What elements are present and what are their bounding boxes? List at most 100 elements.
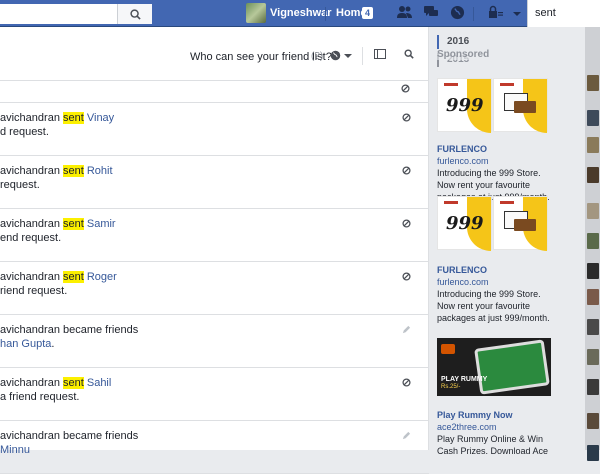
activity-log-panel: Who can see your friend list? (?) avicha…: [0, 27, 429, 474]
search-highlight: sent: [63, 218, 84, 230]
person-link[interactable]: Minnu: [0, 444, 30, 456]
hidden-from-timeline-button[interactable]: [400, 113, 412, 125]
privacy-lock-icon[interactable]: [487, 5, 505, 23]
profile-name-link[interactable]: Vigneshwar: [270, 7, 332, 19]
product-image: [514, 219, 536, 231]
divider: [362, 47, 363, 65]
hidden-from-timeline-button[interactable]: [400, 166, 412, 178]
ad-description: Introducing the 999 Store. Now rent your…: [437, 289, 550, 323]
contact-thumbnail[interactable]: [587, 167, 599, 183]
ad-title-link[interactable]: Play Rummy Now: [437, 409, 557, 421]
contact-thumbnail[interactable]: [587, 137, 599, 153]
notifications-globe-icon[interactable]: [448, 5, 466, 23]
activity-text-line-2: han Gupta.: [0, 338, 54, 350]
filter-button[interactable]: [374, 49, 386, 62]
home-count-badge: 4: [362, 7, 374, 19]
audience-selector[interactable]: [330, 50, 353, 63]
person-link[interactable]: Vinay: [87, 112, 114, 124]
facebook-search-box[interactable]: [0, 4, 152, 24]
brand-logo: [500, 201, 514, 204]
contact-thumbnail[interactable]: [587, 413, 599, 429]
person-link[interactable]: Roger: [87, 271, 117, 283]
pencil-icon: [402, 431, 410, 440]
contact-thumbnail[interactable]: [587, 233, 599, 249]
activity-text-line-1: avichandran became friends: [0, 324, 138, 336]
activity-actor-text: avichandran became friends: [0, 324, 139, 336]
ad-title-link[interactable]: FURLENCO: [437, 143, 557, 155]
activity-row: avichandran became friends Minnu: [0, 421, 429, 474]
friend-requests-icon[interactable]: [396, 5, 414, 23]
block-icon: [401, 84, 410, 93]
search-highlight: sent: [63, 377, 84, 389]
brand-logo: [500, 83, 514, 86]
activity-text-line-2: riend request.: [0, 285, 67, 297]
activity-description: a friend request.: [0, 391, 80, 403]
search-log-button[interactable]: [404, 49, 414, 62]
edit-button[interactable]: [400, 325, 412, 337]
activity-text-line-1: avichandran sent Sahil: [0, 377, 111, 389]
contact-thumbnail[interactable]: [587, 319, 599, 335]
privacy-help-link[interactable]: (?): [311, 51, 323, 62]
activity-text-line-1: avichandran became friends: [0, 430, 138, 442]
activity-row: avichandran sent Roger riend request.: [0, 262, 429, 315]
activity-actor-text: avichandran: [0, 165, 63, 177]
contact-thumbnail[interactable]: [587, 289, 599, 305]
ad-image-999[interactable]: 999: [437, 196, 492, 251]
ad-url-link[interactable]: furlenco.com: [437, 155, 557, 167]
globe-icon: [330, 50, 341, 61]
ad-title-link[interactable]: FURLENCO: [437, 264, 557, 276]
ad-image-products[interactable]: [493, 78, 548, 133]
tablet-image: [474, 339, 550, 395]
sponsored-label: Sponsored: [437, 49, 490, 60]
person-link[interactable]: Sahil: [87, 377, 111, 389]
contact-thumbnail[interactable]: [587, 203, 599, 219]
search-highlight: sent: [63, 165, 84, 177]
activity-row: avichandran became friends han Gupta.: [0, 315, 429, 368]
top-navigation-bar: Vigneshwar Home 4 sent: [0, 0, 600, 27]
divider: [325, 7, 326, 21]
ad-url-link[interactable]: furlenco.com: [437, 276, 557, 288]
avatar[interactable]: [246, 3, 266, 23]
activity-text-line-1: avichandran sent Vinay: [0, 112, 114, 124]
activity-actor-text: avichandran became friends: [0, 430, 139, 442]
contact-thumbnail[interactable]: [587, 75, 599, 91]
ad-url-link[interactable]: ace2three.com: [437, 421, 557, 433]
ad-image-title: PLAY RUMMY: [441, 376, 488, 383]
activity-actor-text: avichandran: [0, 112, 63, 124]
messages-icon[interactable]: [422, 5, 440, 23]
person-link[interactable]: han Gupta: [0, 338, 51, 350]
contact-thumbnail[interactable]: [587, 445, 599, 461]
section-action-button[interactable]: [401, 84, 410, 96]
contact-thumbnail[interactable]: [587, 110, 599, 126]
hidden-from-timeline-button[interactable]: [400, 378, 412, 390]
activity-actor-text: avichandran: [0, 377, 63, 389]
activity-text-line-2: request.: [0, 179, 40, 191]
brand-logo: [444, 83, 458, 86]
chevron-down-icon: [344, 54, 353, 58]
contact-thumbnail[interactable]: [587, 379, 599, 395]
activity-row: avichandran sent Rohit request.: [0, 156, 429, 209]
activity-description: request.: [0, 179, 40, 191]
search-input[interactable]: sent: [527, 0, 600, 27]
person-link[interactable]: Samir: [87, 218, 116, 230]
contact-thumbnail[interactable]: [587, 263, 599, 279]
activity-text-line-2: Minnu: [0, 444, 30, 456]
account-menu-chevron-down-icon[interactable]: [508, 5, 526, 23]
ad-image-products[interactable]: [493, 196, 548, 251]
block-icon: [401, 113, 411, 122]
ad-image-rummy[interactable]: PLAY RUMMY Rs.25/-: [437, 338, 551, 396]
hidden-from-timeline-button[interactable]: [400, 219, 412, 231]
search-icon: [404, 49, 414, 59]
activity-log-header: Who can see your friend list? (?): [0, 27, 429, 81]
contact-thumbnail[interactable]: [587, 349, 599, 365]
search-button[interactable]: [117, 4, 152, 24]
person-link[interactable]: Rohit: [87, 165, 113, 177]
ad-text-block: FURLENCO furlenco.com Introducing the 99…: [437, 264, 557, 324]
activity-description: end request.: [0, 232, 62, 244]
brand-logo: [444, 201, 458, 204]
ad-image-999[interactable]: 999: [437, 78, 492, 133]
search-icon: [129, 8, 141, 20]
hidden-from-timeline-button[interactable]: [400, 272, 412, 284]
block-icon: [401, 219, 411, 228]
edit-button[interactable]: [400, 431, 412, 443]
